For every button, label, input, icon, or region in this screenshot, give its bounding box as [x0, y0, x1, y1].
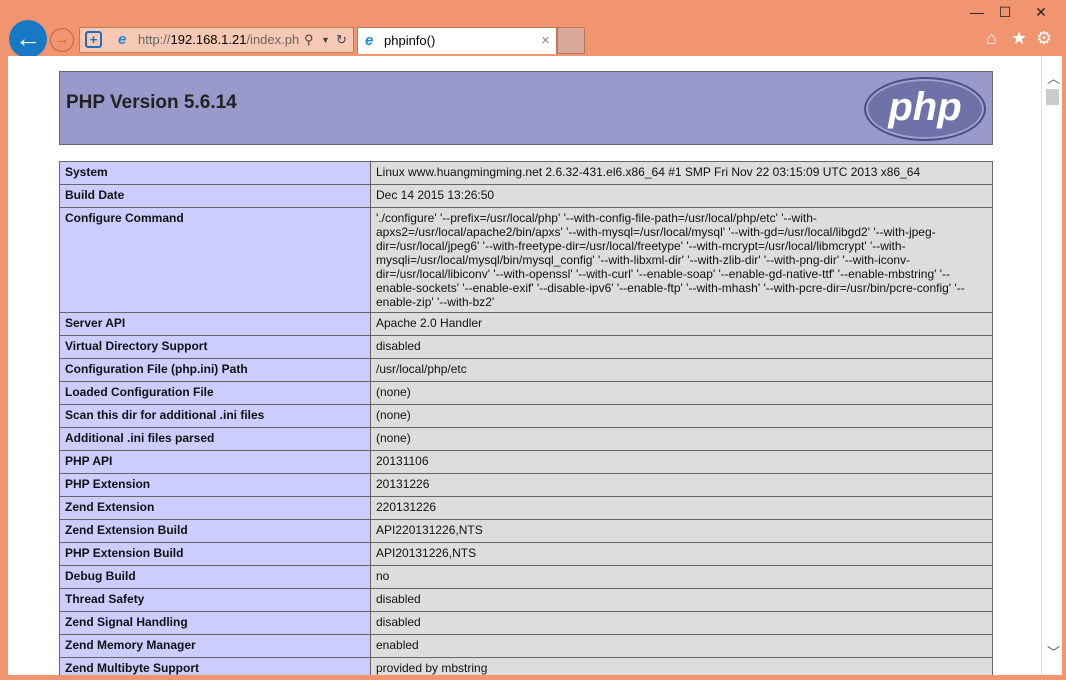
row-value: no: [370, 565, 993, 589]
row-value: /usr/local/php/etc: [370, 358, 993, 382]
back-button[interactable]: ←: [9, 20, 47, 58]
table-row: Server API Apache 2.0 Handler: [59, 312, 993, 336]
table-row: PHP Extension Build API20131226,NTS: [59, 542, 993, 566]
row-label: Zend Memory Manager: [59, 634, 371, 658]
table-row: Zend Memory Manager enabled: [59, 634, 993, 658]
row-value: API220131226,NTS: [370, 519, 993, 543]
table-row: Zend Multibyte Support provided by mbstri…: [59, 657, 993, 675]
row-label: System: [59, 161, 371, 185]
row-value: 20131226: [370, 473, 993, 497]
table-row: Debug Build no: [59, 565, 993, 589]
favorites-star-icon[interactable]: ★: [1011, 28, 1027, 49]
row-value: (none): [370, 381, 993, 405]
new-tab-button[interactable]: [557, 27, 585, 54]
table-row: PHP API 20131106: [59, 450, 993, 474]
ie-tab-icon: e: [365, 32, 374, 49]
row-label: Zend Signal Handling: [59, 611, 371, 635]
row-label: Thread Safety: [59, 588, 371, 612]
home-icon[interactable]: ⌂: [986, 28, 997, 49]
row-value: Dec 14 2015 13:26:50: [370, 184, 993, 208]
row-value: enabled: [370, 634, 993, 658]
php-logo: php: [864, 77, 986, 141]
row-label: Server API: [59, 312, 371, 336]
minimize-button[interactable]: —: [962, 2, 992, 22]
row-label: PHP Extension Build: [59, 542, 371, 566]
url-scheme: http://: [138, 32, 171, 47]
row-label: Virtual Directory Support: [59, 335, 371, 359]
row-value: Linux www.huangmingming.net 2.6.32-431.e…: [370, 161, 993, 185]
row-value: 20131106: [370, 450, 993, 474]
table-row: Scan this dir for additional .ini files(…: [59, 404, 993, 428]
url-host: 192.168.1.21: [170, 32, 247, 47]
row-value: disabled: [370, 335, 993, 359]
row-label: Loaded Configuration File: [59, 381, 371, 405]
tab-phpinfo[interactable]: e phpinfo() ×: [357, 27, 557, 54]
row-label: Configuration File (php.ini) Path: [59, 358, 371, 382]
url-text[interactable]: http://192.168.1.21/index.ph: [138, 28, 300, 52]
address-bar[interactable]: + e http://192.168.1.21/index.ph ⚲ ▼ ↻: [79, 27, 354, 53]
close-window-button[interactable]: ✕: [1026, 2, 1056, 22]
row-label: Zend Extension: [59, 496, 371, 520]
table-row: Zend Extension 220131226: [59, 496, 993, 520]
table-row: Thread Safety disabled: [59, 588, 993, 612]
table-row: Configuration File (php.ini) Path/usr/lo…: [59, 358, 993, 382]
page-content: PHP Version 5.6.14 php System Linux www.h…: [8, 56, 1041, 675]
table-row: Build Date Dec 14 2015 13:26:50: [59, 184, 993, 208]
table-row: Additional .ini files parsed (none): [59, 427, 993, 451]
row-value: Apache 2.0 Handler: [370, 312, 993, 336]
row-value: (none): [370, 427, 993, 451]
row-label: Scan this dir for additional .ini files: [59, 404, 371, 428]
row-label: PHP Extension: [59, 473, 371, 497]
row-label: Zend Extension Build: [59, 519, 371, 543]
row-value: provided by mbstring: [370, 657, 993, 675]
row-value: API20131226,NTS: [370, 542, 993, 566]
row-value: (none): [370, 404, 993, 428]
settings-gear-icon[interactable]: ⚙: [1036, 28, 1052, 49]
search-icon[interactable]: ⚲: [304, 28, 314, 52]
refresh-icon[interactable]: ↻: [336, 28, 347, 52]
table-row: System Linux www.huangmingming.net 2.6.32…: [59, 161, 993, 185]
phpinfo-table: System Linux www.huangmingming.net 2.6.32…: [59, 161, 993, 675]
table-row: Loaded Configuration File (none): [59, 381, 993, 405]
row-value: disabled: [370, 611, 993, 635]
vertical-scrollbar[interactable]: ︿ ﹀: [1041, 56, 1062, 675]
table-row: Configure Command './configure' '--prefix…: [59, 207, 993, 313]
scroll-up-icon[interactable]: ︿: [1047, 68, 1060, 87]
row-label: Additional .ini files parsed: [59, 427, 371, 451]
tab-title: phpinfo(): [384, 33, 436, 48]
table-row: Virtual Directory Support disabled: [59, 335, 993, 359]
scrollbar-thumb[interactable]: [1046, 89, 1059, 105]
php-header: PHP Version 5.6.14 php: [59, 71, 993, 145]
row-label: PHP API: [59, 450, 371, 474]
row-label: Configure Command: [59, 207, 371, 313]
maximize-button[interactable]: ☐: [990, 2, 1020, 22]
forward-arrow-icon: →: [54, 31, 70, 48]
page-title: PHP Version 5.6.14: [66, 92, 237, 113]
row-label: Debug Build: [59, 565, 371, 589]
table-row: Zend Extension Build API220131226,NTS: [59, 519, 993, 543]
security-shield-icon[interactable]: +: [85, 31, 102, 48]
table-row: PHP Extension 20131226: [59, 473, 993, 497]
dropdown-icon[interactable]: ▼: [321, 28, 330, 52]
url-path: /index.ph: [246, 32, 300, 47]
table-row: Zend Signal Handling disabled: [59, 611, 993, 635]
scroll-down-icon[interactable]: ﹀: [1047, 642, 1060, 661]
row-label: Build Date: [59, 184, 371, 208]
tab-close-icon[interactable]: ×: [541, 28, 550, 54]
row-value: 220131226: [370, 496, 993, 520]
row-value: './configure' '--prefix=/usr/local/php' …: [370, 207, 993, 313]
row-value: disabled: [370, 588, 993, 612]
ie-page-icon: e: [118, 31, 127, 48]
row-label: Zend Multibyte Support: [59, 657, 371, 675]
back-arrow-icon: ←: [15, 23, 41, 53]
forward-button[interactable]: →: [50, 28, 74, 52]
